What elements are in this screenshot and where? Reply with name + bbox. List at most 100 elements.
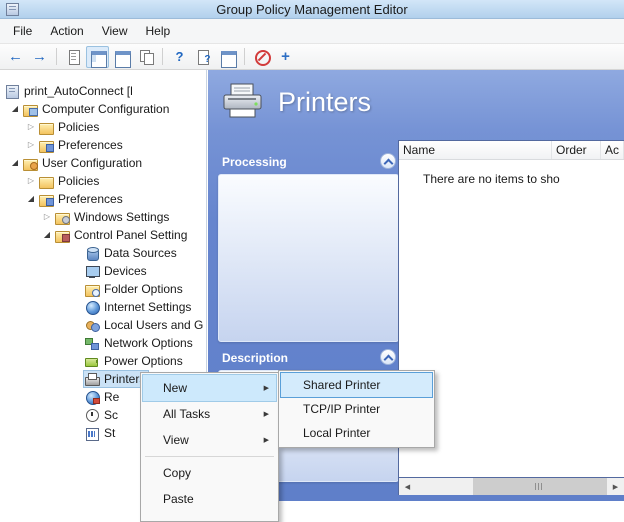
column-header-action[interactable]: Ac	[601, 141, 624, 159]
tree-item-label: print_AutoConnect [l	[24, 84, 133, 98]
context-menu-item-all-tasks[interactable]: All Tasks ▶	[143, 401, 276, 427]
tree-item-label: Local Users and G	[104, 318, 204, 332]
submenu-item-local-printer[interactable]: Local Printer	[281, 421, 432, 445]
menu-bar: File Action View Help	[0, 19, 624, 44]
new-window-button[interactable]	[216, 46, 239, 68]
copy-button[interactable]	[134, 46, 157, 68]
menu-file[interactable]: File	[4, 20, 41, 42]
tree-item-devices[interactable]: Devices	[0, 262, 206, 280]
globe-flag-icon	[85, 390, 100, 405]
tree-item-computer-configuration[interactable]: Computer Configuration	[0, 100, 206, 118]
menu-item-label: View	[163, 433, 189, 447]
processing-panel-body	[218, 174, 399, 342]
tree-item-power-options[interactable]: Power Options	[0, 352, 206, 370]
menu-item-label: Local Printer	[303, 426, 371, 440]
collapse-chevron-icon[interactable]	[380, 153, 396, 169]
tree-item-label: Control Panel Setting	[74, 228, 188, 242]
expander-icon[interactable]	[24, 118, 38, 136]
scrollbar-thumb[interactable]	[473, 478, 607, 495]
expander-icon[interactable]	[24, 172, 38, 190]
help-doc-icon	[196, 49, 212, 65]
scrollbar-track[interactable]	[416, 478, 607, 495]
tree-item-windows-settings[interactable]: Windows Settings	[0, 208, 206, 226]
collapse-chevron-icon[interactable]	[380, 349, 396, 365]
tree-item-preferences-user[interactable]: Preferences	[0, 190, 206, 208]
tree-item-internet-settings[interactable]: Internet Settings	[0, 298, 206, 316]
back-arrow-icon	[8, 49, 24, 65]
submenu-item-shared-printer[interactable]: Shared Printer	[280, 372, 433, 398]
expander-icon[interactable]	[24, 190, 38, 208]
tree-item-label: Power Options	[104, 354, 183, 368]
menu-action[interactable]: Action	[41, 20, 92, 42]
empty-list-message: There are no items to sho	[423, 172, 560, 186]
context-menu-item-view[interactable]: View ▶	[143, 427, 276, 453]
local-users-icon	[85, 319, 100, 332]
printer-large-icon	[223, 83, 262, 118]
tree-item-label: Network Options	[104, 336, 193, 350]
folder-icon	[39, 175, 54, 189]
stop-button[interactable]	[250, 46, 273, 68]
menu-item-label: All Tasks	[163, 407, 211, 421]
chart-icon	[85, 427, 100, 441]
column-header-order[interactable]: Order	[552, 141, 601, 159]
menu-help[interactable]: Help	[137, 20, 180, 42]
tree-item-policies-user[interactable]: Policies	[0, 172, 206, 190]
data-sources-icon	[85, 246, 100, 261]
column-header-name[interactable]: Name	[399, 141, 552, 159]
menu-item-label: Copy	[163, 466, 192, 480]
help-topics-button[interactable]	[192, 46, 215, 68]
add-button[interactable]	[274, 46, 297, 68]
tree-item-label: Policies	[58, 120, 100, 134]
tree-item-network-options[interactable]: Network Options	[0, 334, 206, 352]
expander-icon[interactable]	[24, 136, 38, 154]
tree-item-label: Policies	[58, 174, 100, 188]
expander-icon[interactable]	[40, 226, 54, 244]
tree-item-label: Computer Configuration	[42, 102, 170, 116]
toolbar-separator	[162, 48, 163, 65]
expander-icon[interactable]	[8, 154, 22, 172]
scroll-right-icon[interactable]: ▶	[607, 478, 624, 495]
computer-config-icon	[23, 103, 38, 117]
context-menu-item-paste[interactable]: Paste	[143, 486, 276, 512]
windows-settings-icon	[55, 211, 70, 225]
help-icon	[172, 49, 188, 65]
toolbar-separator	[244, 48, 245, 65]
context-menu-item-copy[interactable]: Copy	[143, 460, 276, 486]
console-tree-icon	[90, 49, 107, 68]
context-menu-item-new[interactable]: New ▶	[142, 374, 277, 402]
tree-item-label: Devices	[104, 264, 147, 278]
tree-item-control-panel-settings[interactable]: Control Panel Setting	[0, 226, 206, 244]
show-console-tree-button[interactable]	[86, 45, 109, 68]
clock-icon	[85, 408, 100, 422]
back-button[interactable]	[4, 46, 27, 68]
submenu-item-tcpip-printer[interactable]: TCP/IP Printer	[281, 397, 432, 421]
control-panel-icon	[55, 229, 70, 243]
help-button[interactable]	[168, 46, 191, 68]
stop-icon	[254, 49, 271, 66]
forward-button[interactable]	[28, 46, 51, 68]
export-list-button[interactable]	[62, 46, 85, 68]
tree-item-user-configuration[interactable]: User Configuration	[0, 154, 206, 172]
window-icon	[114, 49, 131, 68]
toolbar-separator	[56, 48, 57, 65]
tree-item-label: Data Sources	[104, 246, 177, 260]
standard-window-button[interactable]	[110, 46, 133, 68]
page-header: Printers	[220, 82, 371, 122]
copy-icon	[138, 49, 154, 65]
gpo-icon	[5, 84, 20, 99]
menu-view[interactable]: View	[93, 20, 137, 42]
tree-item-local-users-and-groups[interactable]: Local Users and G	[0, 316, 206, 334]
expander-icon[interactable]	[40, 208, 54, 226]
power-options-icon	[85, 355, 100, 368]
expander-icon[interactable]	[8, 100, 22, 118]
tree-item-data-sources[interactable]: Data Sources	[0, 244, 206, 262]
tree-item-folder-options[interactable]: Folder Options	[0, 280, 206, 298]
user-config-icon	[23, 157, 38, 171]
processing-panel: Processing	[218, 152, 399, 342]
tree-item-policies-computer[interactable]: Policies	[0, 118, 206, 136]
horizontal-scrollbar[interactable]: ◀ ▶	[398, 478, 624, 495]
tree-item-label: Windows Settings	[74, 210, 170, 224]
tree-item-gpo-root[interactable]: print_AutoConnect [l	[0, 82, 206, 100]
tree-item-preferences-computer[interactable]: Preferences	[0, 136, 206, 154]
scroll-left-icon[interactable]: ◀	[399, 478, 416, 495]
